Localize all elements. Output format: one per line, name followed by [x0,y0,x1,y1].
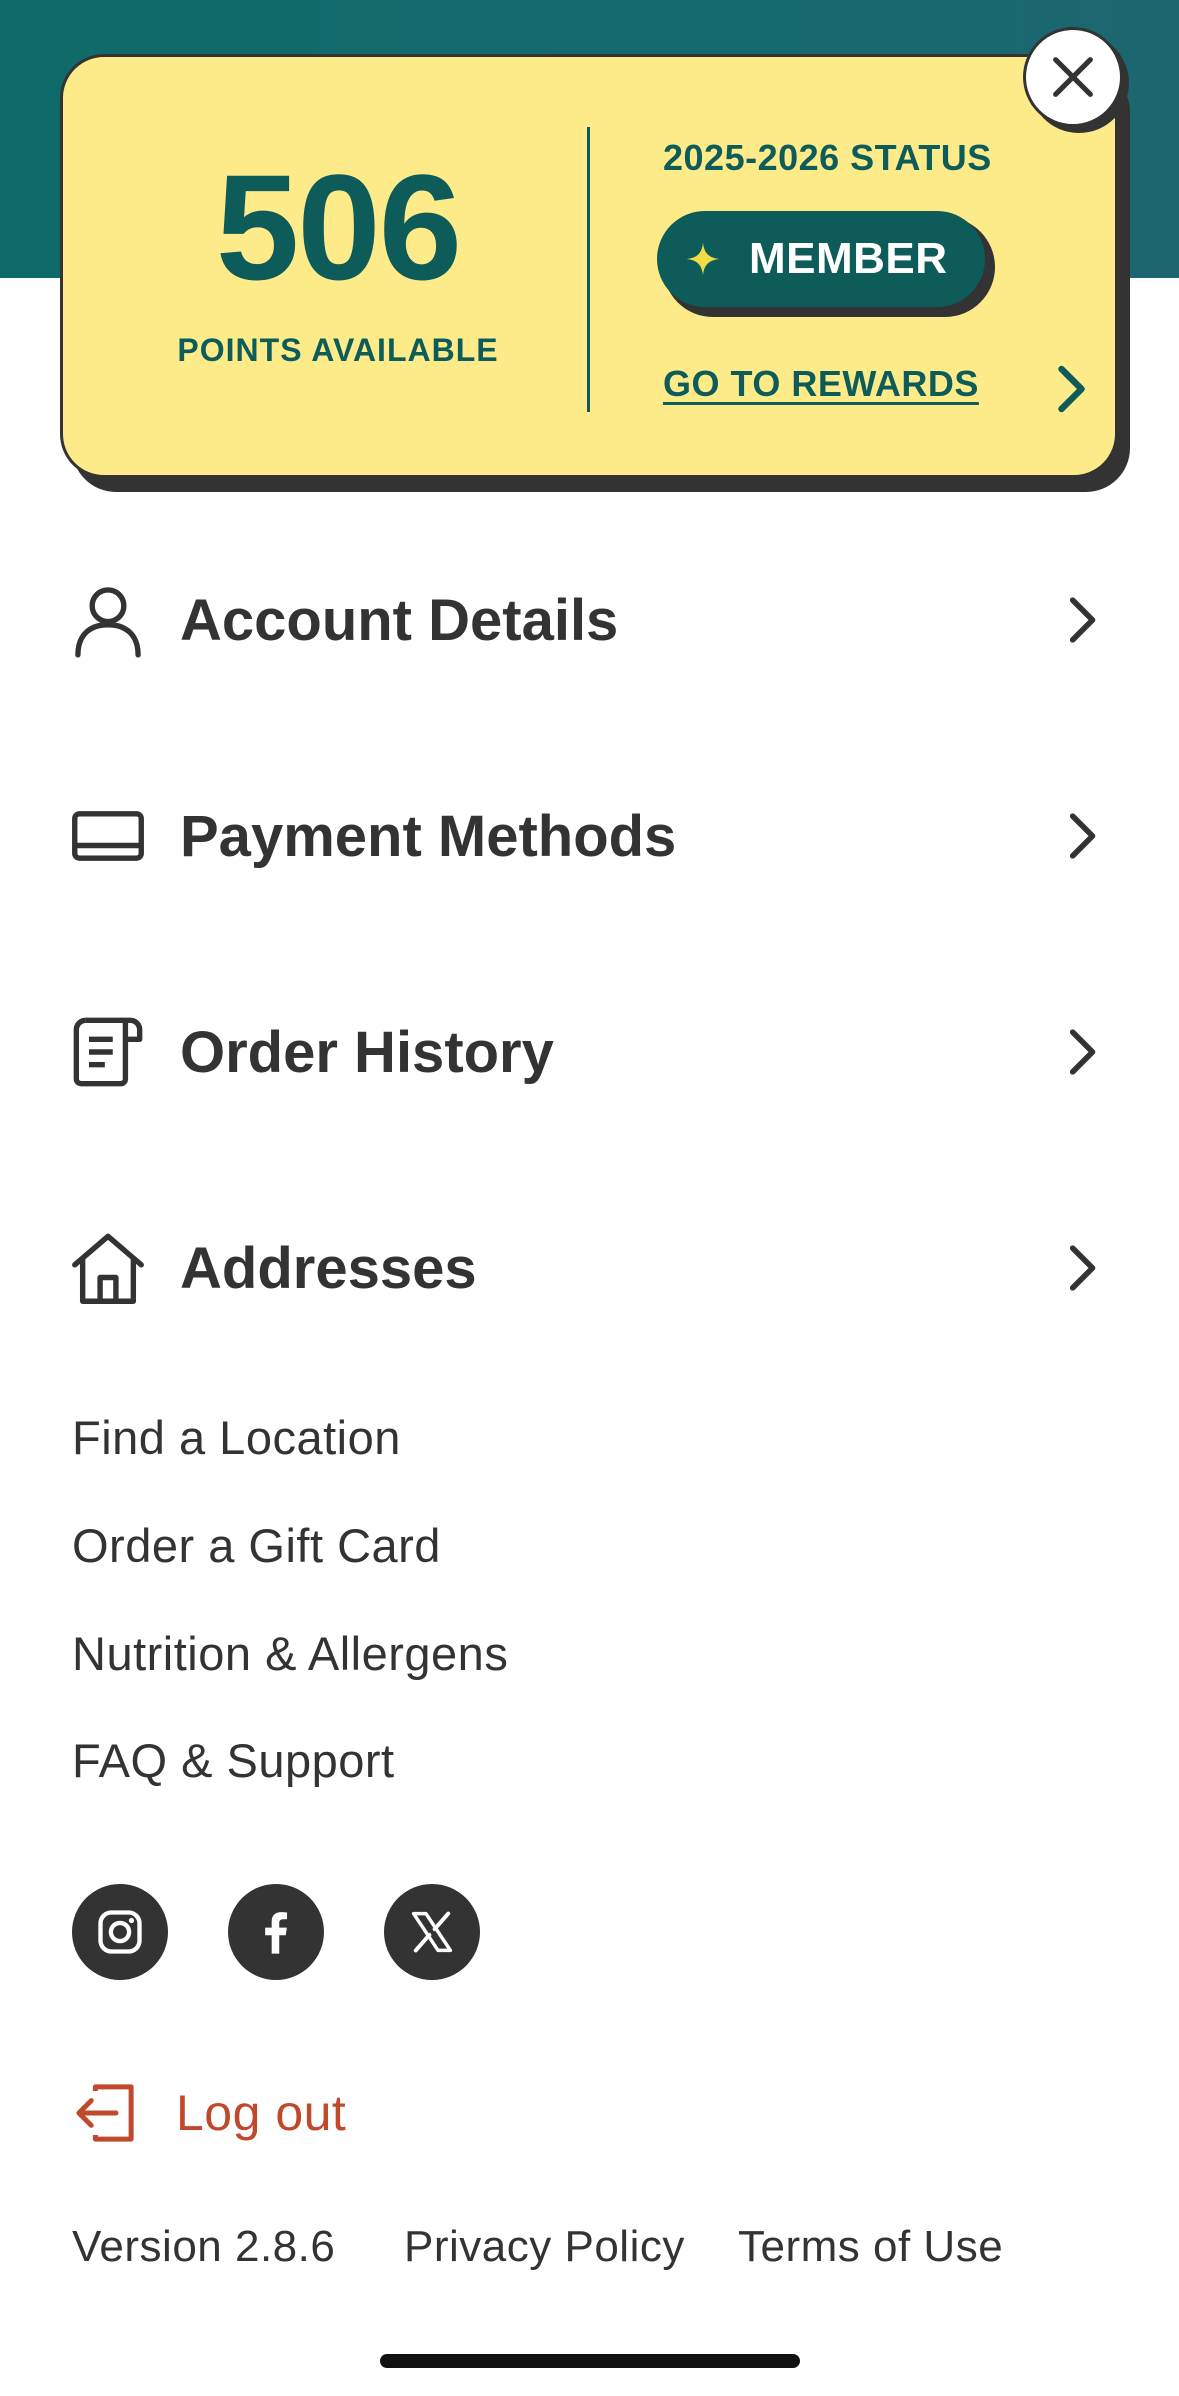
close-icon [1053,57,1093,97]
gift-card-link[interactable]: Order a Gift Card [72,1518,441,1573]
close-button[interactable] [1023,27,1123,127]
instagram-icon [98,1910,142,1954]
chevron-right-icon [1069,813,1096,859]
x-button[interactable] [384,1884,480,1980]
sparkle-icon [686,242,720,276]
member-tier-label: MEMBER [749,234,948,283]
chevron-right-icon[interactable] [1039,359,1099,419]
person-icon [75,587,141,658]
menu-item-label: Payment Methods [180,803,677,869]
chevron-right-icon [1069,1245,1096,1291]
rewards-card: 506 POINTS AVAILABLE 2025-2026 STATUS ME… [60,54,1118,478]
chevron-right-icon [1069,597,1096,643]
points-value: 506 [215,143,462,311]
logout-icon [76,2084,134,2142]
go-to-rewards-link[interactable]: GO TO REWARDS [663,363,979,405]
faq-support-link[interactable]: FAQ & Support [72,1733,395,1788]
x-icon [411,1911,453,1953]
logout-label: Log out [176,2085,347,2141]
card-icon [72,811,144,861]
status-label: 2025-2026 STATUS [663,137,992,178]
privacy-policy-link[interactable]: Privacy Policy [404,2222,685,2272]
facebook-icon [265,1912,288,1954]
chevron-right-icon [1069,1029,1096,1075]
menu-item-label: Order History [180,1019,554,1085]
menu-item-account-details[interactable]: Account Details [70,560,1110,680]
logout-button[interactable]: Log out [72,2080,346,2146]
nutrition-allergens-link[interactable]: Nutrition & Allergens [72,1626,508,1681]
points-label: POINTS AVAILABLE [177,332,499,368]
instagram-button[interactable] [72,1884,168,1980]
menu-item-payment-methods[interactable]: Payment Methods [70,776,1110,896]
version-label: Version 2.8.6 [72,2222,336,2271]
menu-item-order-history[interactable]: Order History [70,992,1110,1112]
menu-item-label: Account Details [180,587,619,653]
card-divider [587,127,590,412]
facebook-button[interactable] [228,1884,324,1980]
menu-item-label: Addresses [180,1235,477,1301]
home-icon [72,1233,144,1304]
find-location-link[interactable]: Find a Location [72,1410,401,1465]
member-badge: MEMBER [657,211,985,307]
menu-item-addresses[interactable]: Addresses [70,1208,1110,1328]
receipt-icon [73,1017,143,1087]
terms-of-use-link[interactable]: Terms of Use [738,2222,1003,2272]
home-indicator [380,2354,800,2368]
